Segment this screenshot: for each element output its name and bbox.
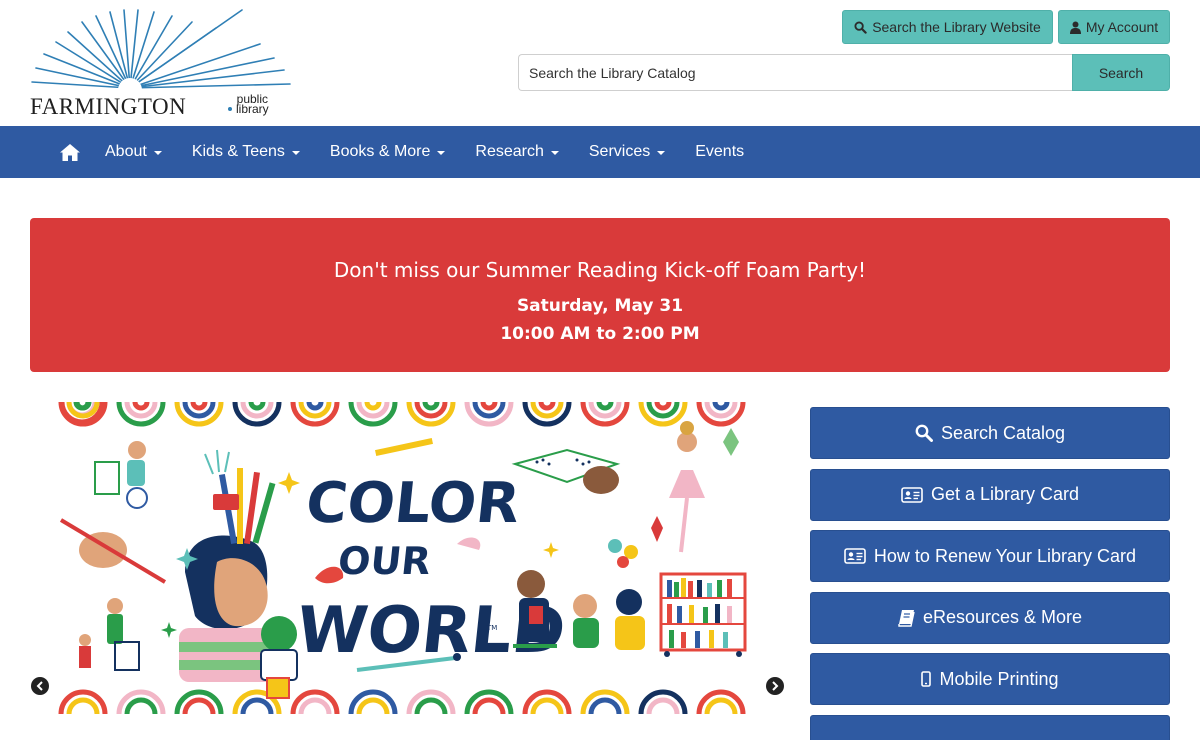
caret-down-icon bbox=[437, 151, 446, 155]
nav-kids-teens-label: Kids & Teens bbox=[191, 143, 285, 160]
library-logo[interactable]: FARMINGTON public library bbox=[30, 8, 296, 120]
nav-about-label: About bbox=[105, 143, 147, 160]
search-website-label: Search the Library Website bbox=[872, 19, 1041, 35]
chevron-left-icon bbox=[36, 681, 43, 691]
quick-link-renew-library-card[interactable]: How to Renew Your Library Card bbox=[810, 530, 1170, 582]
caret-down-icon bbox=[550, 151, 559, 155]
quick-link-label: Search Catalog bbox=[940, 422, 1066, 443]
sunburst-logo-icon bbox=[31, 9, 291, 98]
color-our-world-illustration: COLOR OUR WORLD TM bbox=[58, 402, 747, 714]
nav-events[interactable]: Events bbox=[680, 126, 759, 178]
carousel-prev-button[interactable] bbox=[31, 677, 49, 695]
logo-sub-library: library bbox=[236, 102, 269, 116]
quick-link-label: Get a Library Card bbox=[930, 484, 1080, 504]
home-icon bbox=[60, 143, 80, 161]
quick-link-label: How to Renew Your Library Card bbox=[873, 545, 1137, 566]
chevron-right-icon bbox=[772, 681, 779, 691]
partial-icon bbox=[977, 739, 983, 740]
quick-link-partial[interactable] bbox=[810, 714, 1170, 740]
event-alert-banner[interactable]: Don't miss our Summer Reading Kick-off F… bbox=[30, 218, 1170, 372]
search-icon bbox=[854, 20, 867, 34]
nav-services[interactable]: Services bbox=[574, 126, 680, 178]
nav-about[interactable]: About bbox=[90, 126, 177, 178]
search-icon bbox=[915, 424, 933, 442]
slide-trademark: TM bbox=[486, 624, 497, 632]
id-card-icon bbox=[901, 486, 923, 503]
nav-books-more-label: Books & More bbox=[329, 143, 431, 160]
site-header: FARMINGTON public library Search the Lib… bbox=[0, 0, 1200, 126]
book-icon bbox=[898, 609, 915, 627]
caret-down-icon bbox=[657, 151, 666, 155]
quick-link-get-library-card[interactable]: Get a Library Card bbox=[810, 468, 1170, 521]
catalog-search-button[interactable]: Search bbox=[1072, 54, 1170, 91]
my-account-button[interactable]: My Account bbox=[1058, 10, 1170, 44]
caret-down-icon bbox=[291, 151, 300, 155]
catalog-search-form: Search bbox=[518, 54, 1170, 91]
carousel-next-button[interactable] bbox=[766, 677, 784, 695]
alert-date: Saturday, May 31 bbox=[516, 296, 684, 316]
nav-research-label: Research bbox=[475, 143, 544, 160]
mobile-icon bbox=[921, 671, 932, 687]
nav-books-more[interactable]: Books & More bbox=[315, 126, 460, 178]
quick-link-label: eResources & More bbox=[922, 607, 1083, 627]
quick-link-mobile-printing[interactable]: Mobile Printing bbox=[810, 653, 1170, 705]
logo-dot bbox=[228, 107, 232, 111]
search-website-button[interactable]: Search the Library Website bbox=[842, 10, 1053, 44]
quick-link-label: Mobile Printing bbox=[939, 668, 1059, 689]
slide-text-color: COLOR bbox=[303, 471, 523, 536]
nav-events-label: Events bbox=[695, 143, 745, 160]
quick-link-search-catalog[interactable]: Search Catalog bbox=[810, 407, 1170, 459]
catalog-search-input[interactable] bbox=[518, 54, 1072, 91]
user-icon bbox=[1069, 21, 1081, 34]
alert-time: 10:00 AM to 2:00 PM bbox=[500, 324, 700, 344]
quick-link-eresources[interactable]: eResources & More bbox=[810, 591, 1170, 644]
nav-research[interactable]: Research bbox=[460, 126, 573, 178]
quick-links: Search Catalog Get a Library Card How to… bbox=[810, 407, 1170, 740]
nav-kids-teens[interactable]: Kids & Teens bbox=[177, 126, 315, 178]
id-card-icon bbox=[844, 548, 866, 564]
logo-subtitle: public library bbox=[236, 93, 269, 116]
alert-title: Don't miss our Summer Reading Kick-off F… bbox=[333, 258, 867, 282]
carousel-slide[interactable]: COLOR OUR WORLD TM bbox=[57, 402, 754, 714]
logo-wordmark: FARMINGTON bbox=[30, 94, 187, 119]
slide-text-our: OUR bbox=[336, 539, 433, 583]
my-account-label: My Account bbox=[1085, 19, 1159, 35]
nav-services-label: Services bbox=[588, 143, 651, 160]
nav-home[interactable] bbox=[50, 126, 90, 178]
main-navigation: About Kids & Teens Books & More Research… bbox=[0, 126, 1200, 178]
caret-down-icon bbox=[153, 151, 162, 155]
image-carousel: COLOR OUR WORLD TM bbox=[30, 402, 790, 714]
